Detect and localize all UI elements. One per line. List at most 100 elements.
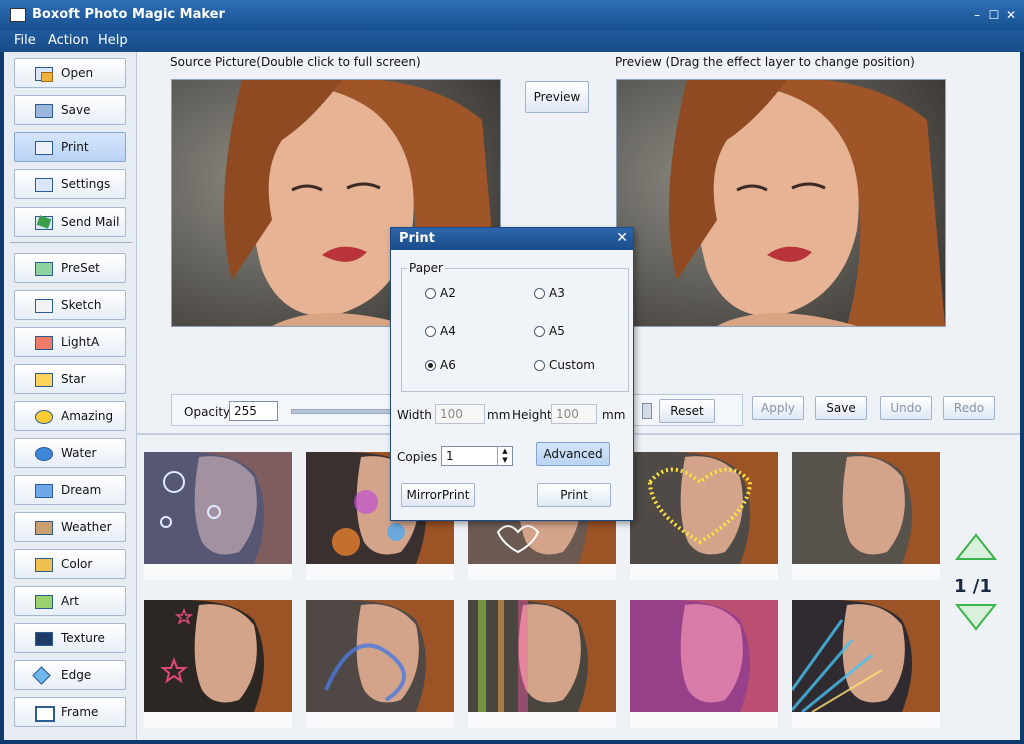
effect-thumbnail[interactable] (630, 452, 778, 580)
thumbnail-image (144, 600, 292, 712)
light-icon (33, 333, 53, 351)
amazing-label: Amazing (61, 409, 114, 423)
radio-circle (425, 287, 436, 299)
title-bar: Boxoft Photo Magic Maker – ☐ ✕ (0, 0, 1024, 30)
undo-button[interactable]: Undo (880, 396, 932, 420)
lighta-label: LightA (61, 335, 100, 349)
star-icon (33, 370, 53, 388)
paper-option-label: A5 (549, 324, 565, 338)
opacity-input[interactable]: 255 (229, 401, 278, 421)
apply-button[interactable]: Apply (752, 396, 804, 420)
left-panel: Open Save Print Settings Send Mail PreSe… (4, 52, 137, 740)
radio-circle (425, 325, 436, 337)
scroll-up-arrow-icon[interactable] (954, 532, 998, 562)
save-button[interactable]: Save (14, 95, 126, 125)
preview-button[interactable]: Preview (525, 81, 589, 113)
texture-button[interactable]: Texture (14, 623, 126, 653)
amazing-button[interactable]: Amazing (14, 401, 126, 431)
thumbnail-image (792, 600, 940, 712)
effect-thumbnail[interactable] (792, 600, 940, 728)
preset-button[interactable]: PreSet (14, 253, 126, 283)
weather-label: Weather (61, 520, 112, 534)
frame-button[interactable]: Frame (14, 697, 126, 727)
menu-bar: File Action Help (0, 30, 1024, 52)
open-folder-icon (33, 64, 53, 82)
star-label: Star (61, 372, 86, 386)
frame-icon (33, 703, 55, 722)
thumbnail-image (630, 452, 778, 564)
save-label: Save (61, 103, 91, 117)
thumbnail-image (306, 600, 454, 712)
preview-picture[interactable] (616, 79, 946, 327)
star-button[interactable]: Star (14, 364, 126, 394)
radio-circle (534, 287, 545, 299)
preset-label: PreSet (61, 261, 100, 275)
print-label: Print (61, 140, 89, 154)
send-mail-button[interactable]: Send Mail (14, 207, 126, 237)
width-input[interactable]: 100 (435, 404, 485, 424)
edge-button[interactable]: Edge (14, 660, 126, 690)
paper-option-a6[interactable]: A6 (425, 358, 456, 372)
mirror-print-button[interactable]: MirrorPrint (401, 483, 475, 507)
art-icon (33, 592, 53, 610)
source-caption: Source Picture(Double click to full scre… (170, 55, 421, 69)
close-window-icon[interactable]: ✕ (1004, 8, 1018, 22)
scroll-down-arrow-icon[interactable] (954, 602, 998, 632)
weather-button[interactable]: Weather (14, 512, 126, 542)
settings-button[interactable]: Settings (14, 169, 126, 199)
thumbnail-image (144, 452, 292, 564)
save-effect-button[interactable]: Save (815, 396, 867, 420)
spin-up-icon[interactable]: ▲ (498, 447, 512, 456)
reset-button[interactable]: Reset (659, 399, 715, 423)
amazing-icon (33, 407, 53, 425)
effect-thumbnail[interactable] (630, 600, 778, 728)
effect-thumbnail[interactable] (144, 452, 292, 580)
dream-label: Dream (61, 483, 102, 497)
sketch-button[interactable]: Sketch (14, 290, 126, 320)
dream-button[interactable]: Dream (14, 475, 126, 505)
effect-thumbnail[interactable] (792, 452, 940, 580)
paper-option-custom[interactable]: Custom (534, 358, 595, 372)
opacity-slider-thumb[interactable] (642, 403, 652, 419)
art-button[interactable]: Art (14, 586, 126, 616)
effect-thumbnail[interactable] (468, 600, 616, 728)
paper-option-a5[interactable]: A5 (534, 324, 565, 338)
menu-action[interactable]: Action (48, 33, 89, 48)
spin-down-icon[interactable]: ▼ (498, 456, 512, 465)
effect-thumbnail[interactable] (306, 600, 454, 728)
art-label: Art (61, 594, 79, 608)
color-button[interactable]: Color (14, 549, 126, 579)
dialog-title-bar: Print ✕ (391, 228, 633, 250)
weather-icon (33, 518, 53, 536)
effect-thumbnail[interactable] (144, 600, 292, 728)
dialog-close-icon[interactable]: ✕ (616, 230, 628, 246)
save-disk-icon (33, 101, 53, 119)
paper-option-label: A4 (440, 324, 456, 338)
water-button[interactable]: Water (14, 438, 126, 468)
paper-option-a4[interactable]: A4 (425, 324, 456, 338)
thumbnail-image (468, 600, 616, 712)
print-button[interactable]: Print (14, 132, 126, 162)
settings-gear-icon (33, 175, 53, 193)
opacity-slider-track[interactable] (291, 409, 393, 414)
paper-option-a3[interactable]: A3 (534, 286, 565, 300)
dialog-print-button[interactable]: Print (537, 483, 611, 507)
open-button[interactable]: Open (14, 58, 126, 88)
sketch-label: Sketch (61, 298, 102, 312)
menu-help[interactable]: Help (98, 33, 128, 48)
send-mail-icon (33, 213, 53, 231)
paper-option-a2[interactable]: A2 (425, 286, 456, 300)
copies-label: Copies : (397, 450, 446, 464)
minimize-icon[interactable]: – (970, 8, 984, 22)
frame-label: Frame (61, 705, 99, 719)
advanced-button[interactable]: Advanced (536, 442, 610, 466)
copies-spinner[interactable]: ▲ ▼ (497, 447, 512, 465)
redo-button[interactable]: Redo (943, 396, 995, 420)
thumbnail-image (630, 600, 778, 712)
lighta-button[interactable]: LightA (14, 327, 126, 357)
maximize-icon[interactable]: ☐ (987, 8, 1001, 22)
menu-file[interactable]: File (14, 33, 36, 48)
settings-label: Settings (61, 177, 111, 191)
preset-icon (33, 259, 53, 277)
height-input[interactable]: 100 (551, 404, 597, 424)
